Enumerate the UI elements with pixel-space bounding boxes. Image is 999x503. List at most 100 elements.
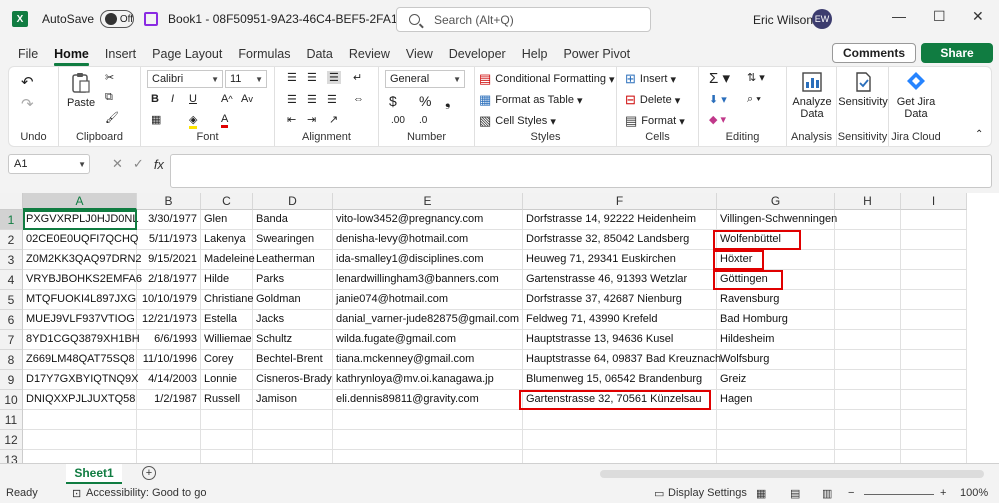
zoom-slider[interactable] <box>864 494 934 495</box>
cell[interactable] <box>835 450 901 463</box>
cell[interactable]: 1/2/1987 <box>137 390 201 410</box>
tab-page-layout[interactable]: Page Layout <box>144 42 230 66</box>
cell[interactable]: 8YD1CGQ3879XH1BH <box>23 330 140 350</box>
save-icon[interactable] <box>144 12 159 26</box>
cell[interactable]: Hilde <box>201 270 253 290</box>
cell[interactable]: MUEJ9VLF937VTIOG <box>23 310 137 330</box>
format-painter-icon[interactable]: 🖌 <box>105 111 119 124</box>
cell[interactable] <box>835 290 901 310</box>
cell[interactable] <box>717 430 835 450</box>
accessibility-status[interactable]: Accessibility: Good to go <box>86 487 206 499</box>
delete-cells-button[interactable]: ⊟ Delete ▾ <box>625 92 680 108</box>
merge-center-icon[interactable]: ⇔ <box>353 93 364 105</box>
cell[interactable] <box>835 270 901 290</box>
cell[interactable]: 3/30/1977 <box>137 210 201 230</box>
cell[interactable] <box>901 330 967 350</box>
borders-icon[interactable]: ▦ <box>151 113 161 126</box>
tab-formulas[interactable]: Formulas <box>230 42 298 66</box>
select-all-corner[interactable] <box>0 193 23 210</box>
cell[interactable] <box>835 410 901 430</box>
cell[interactable] <box>901 210 967 230</box>
row-header[interactable]: 3 <box>0 250 23 270</box>
cell-styles-button[interactable]: ▧ Cell Styles ▾ <box>479 113 556 129</box>
cell[interactable]: wilda.fugate@gmail.com <box>333 330 523 350</box>
cell[interactable]: Feldweg 71, 43990 Krefeld <box>523 310 717 330</box>
cell[interactable] <box>901 250 967 270</box>
cell[interactable]: vito-low3452@pregnancy.com <box>333 210 523 230</box>
row-header[interactable]: 11 <box>0 410 23 430</box>
cell[interactable] <box>835 430 901 450</box>
cell[interactable] <box>23 450 137 463</box>
cell[interactable]: Hildesheim <box>717 330 835 350</box>
cell[interactable]: Bad Homburg <box>717 310 835 330</box>
cell[interactable]: Ravensburg <box>717 290 835 310</box>
add-sheet-icon[interactable]: + <box>142 466 156 480</box>
cell[interactable]: danial_varner-jude82875@gmail.com <box>333 310 523 330</box>
cell[interactable]: Wolfsburg <box>717 350 835 370</box>
cell[interactable]: Russell <box>201 390 253 410</box>
analyze-data-button[interactable]: Analyze Data <box>787 70 837 120</box>
sheet-tab-sheet1[interactable]: Sheet1 <box>66 464 122 484</box>
cell[interactable] <box>901 350 967 370</box>
display-settings-icon[interactable]: ▭ <box>654 487 664 500</box>
number-format-select[interactable]: General ▼ <box>385 70 465 88</box>
format-cells-button[interactable]: ▤ Format ▾ <box>625 113 685 129</box>
cell[interactable]: Lonnie <box>201 370 253 390</box>
font-grow-icon[interactable]: A ^ <box>221 93 233 105</box>
cell[interactable]: janie074@hotmail.com <box>333 290 523 310</box>
cell[interactable] <box>835 230 901 250</box>
zoom-out-icon[interactable]: − <box>848 487 854 499</box>
cell[interactable]: Wolfenbüttel <box>717 230 835 250</box>
cell[interactable]: 2/18/1977 <box>137 270 201 290</box>
cell[interactable] <box>201 410 253 430</box>
cell[interactable]: Bechtel-Brent <box>253 350 333 370</box>
undo-icon[interactable]: ↶ <box>21 73 34 91</box>
get-jira-data-button[interactable]: Get Jira Data <box>889 70 943 120</box>
cell[interactable] <box>253 430 333 450</box>
cell[interactable]: Z669LM48QAT75SQ8 <box>23 350 137 370</box>
display-settings[interactable]: Display Settings <box>668 487 747 499</box>
cell[interactable] <box>835 310 901 330</box>
cell[interactable] <box>253 410 333 430</box>
cell[interactable] <box>201 430 253 450</box>
cell[interactable] <box>137 430 201 450</box>
conditional-formatting-button[interactable]: ▤ Conditional Formatting ▾ <box>479 71 615 87</box>
zoom-in-icon[interactable]: + <box>940 487 946 499</box>
cell[interactable] <box>901 430 967 450</box>
avatar[interactable]: EW <box>812 9 832 29</box>
cell[interactable] <box>901 450 967 463</box>
cell[interactable]: PXGVXRPLJ0HJD0NL <box>23 210 139 230</box>
paste-button[interactable]: Paste <box>67 71 95 109</box>
tab-view[interactable]: View <box>398 42 441 66</box>
cell[interactable]: Corey <box>201 350 253 370</box>
cell[interactable] <box>523 410 717 430</box>
cut-icon[interactable]: ✂ <box>105 71 114 84</box>
cell[interactable]: Parks <box>253 270 333 290</box>
cell[interactable]: D17Y7GXBYIQTNQ9X <box>23 370 139 390</box>
cell[interactable] <box>523 430 717 450</box>
copy-icon[interactable]: ⧉ <box>105 91 113 104</box>
row-header[interactable]: 5 <box>0 290 23 310</box>
cell[interactable]: Goldman <box>253 290 333 310</box>
cell[interactable]: Göttingen <box>717 270 835 290</box>
column-header-e[interactable]: E <box>333 193 523 210</box>
font-size-select[interactable]: 11 ▼ <box>225 70 267 88</box>
close-icon[interactable]: ✕ <box>972 8 984 25</box>
cell[interactable]: Schultz <box>253 330 333 350</box>
row-header[interactable]: 13 <box>0 450 23 463</box>
cell[interactable] <box>835 350 901 370</box>
horizontal-scrollbar[interactable] <box>600 470 984 478</box>
top-align-icon[interactable]: ☰ <box>287 71 297 84</box>
redo-icon[interactable]: ↷ <box>21 95 34 113</box>
tab-insert[interactable]: Insert <box>97 42 144 66</box>
percent-icon[interactable]: % <box>419 93 431 109</box>
cell[interactable] <box>835 210 901 230</box>
cell[interactable]: Christiane <box>201 290 254 310</box>
column-header-h[interactable]: H <box>835 193 901 210</box>
cell[interactable] <box>333 450 523 463</box>
cell[interactable]: Gartenstrasse 32, 70561 Künzelsau <box>523 390 717 410</box>
autosum-icon[interactable]: Σ ▾ <box>709 69 730 87</box>
row-header[interactable]: 6 <box>0 310 23 330</box>
minimize-icon[interactable]: — <box>892 8 906 24</box>
cell[interactable] <box>901 230 967 250</box>
